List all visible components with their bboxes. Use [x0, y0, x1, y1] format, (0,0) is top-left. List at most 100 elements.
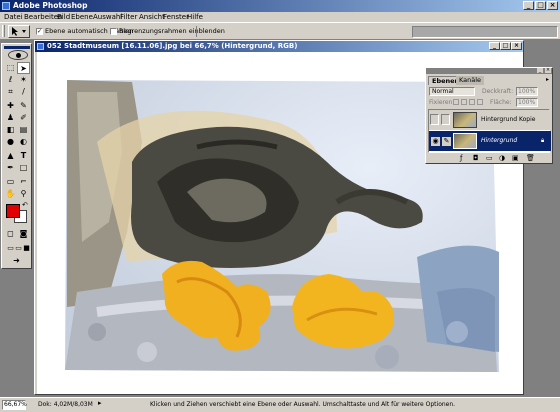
menu-fenster[interactable]: Fenster	[163, 12, 189, 22]
lock-label: Fixieren:	[429, 99, 455, 106]
history-brush-icon[interactable]: ✐	[17, 112, 30, 124]
doc-close-button[interactable]: ×	[511, 42, 522, 50]
layer-name[interactable]: Hintergrund Kopie	[481, 116, 535, 123]
screen-mode-full-icon[interactable]: ■	[20, 242, 33, 254]
menu-ebene[interactable]: Ebene	[71, 12, 93, 22]
separator	[196, 26, 197, 37]
menu-datei[interactable]: Datei	[4, 12, 23, 22]
align-buttons-area[interactable]	[200, 26, 380, 37]
eyedropper-icon[interactable]: ⌐	[17, 176, 30, 188]
tab-kanaele[interactable]: Kanäle	[456, 76, 485, 85]
eye-logo-icon[interactable]	[8, 50, 28, 60]
type-tool-icon[interactable]: T	[17, 150, 30, 162]
clone-stamp-icon[interactable]: ♟	[4, 112, 17, 124]
gradient-tool-icon[interactable]: ▤	[17, 124, 30, 136]
brush-icon[interactable]: ✎	[442, 137, 451, 146]
crop-tool-icon[interactable]: ⌗	[4, 86, 17, 98]
opacity-field[interactable]: 100%	[516, 87, 538, 96]
swap-colors-icon[interactable]: ↶	[22, 201, 28, 209]
layer-thumbnail	[453, 133, 477, 149]
palette-title-bar[interactable]: _ ×	[426, 68, 552, 74]
jump-to-imageready-icon[interactable]: ➜	[10, 255, 23, 267]
link-toggle[interactable]	[441, 114, 450, 125]
palette-menu-icon[interactable]: ▸	[546, 76, 549, 83]
foreground-color-swatch[interactable]	[6, 204, 20, 218]
close-button[interactable]: ×	[547, 1, 558, 10]
zoom-field[interactable]: 66,67%	[2, 400, 27, 410]
new-layer-icon[interactable]: ▣	[512, 154, 519, 162]
blend-mode-value: Normal	[432, 88, 454, 95]
quick-mask-icon[interactable]: ◙	[17, 228, 30, 240]
layer-name[interactable]: Hintergrund	[481, 137, 517, 144]
visibility-toggle[interactable]	[430, 114, 439, 125]
maximize-button[interactable]: □	[535, 1, 546, 10]
document-title-bar[interactable]: 052 Stadtmuseum [16.11.06].jpg bei 66,7%…	[35, 41, 523, 52]
pen-tool-icon[interactable]: ✒	[4, 162, 17, 174]
eye-icon[interactable]: ◉	[431, 137, 440, 146]
fill-label: Fläche:	[490, 99, 512, 106]
layer-style-icon[interactable]: ƒ	[460, 154, 462, 162]
options-grip[interactable]	[2, 25, 5, 37]
move-tool-icon[interactable]: ➤	[17, 62, 30, 74]
lock-icons[interactable]	[453, 99, 483, 106]
adjustment-layer-icon[interactable]: ◑	[499, 154, 505, 162]
layers-list: Hintergrund Kopie ◉ ✎ Hintergrund 🔒︎	[428, 109, 551, 153]
document-icon	[37, 43, 44, 50]
slice-tool-icon[interactable]: /	[17, 86, 30, 98]
shape-tool-icon[interactable]: □	[17, 162, 30, 174]
layer-mask-icon[interactable]: ◘	[473, 154, 479, 162]
doc-minimize-button[interactable]: _	[489, 42, 500, 50]
palette-close-button[interactable]: ×	[545, 68, 551, 73]
menu-filter[interactable]: Filter	[120, 12, 137, 22]
dodge-tool-icon[interactable]: ◐	[17, 136, 30, 148]
move-tool-icon	[12, 27, 26, 36]
eraser-icon[interactable]: ◧	[4, 124, 17, 136]
standard-mode-icon[interactable]: ◻	[4, 228, 17, 240]
layers-palette: _ × Ebenen Kanäle ▸ Normal Deckkraft: 10…	[425, 67, 553, 164]
blend-mode-select[interactable]: Normal	[429, 87, 475, 96]
document-size-info[interactable]: Dok: 4,02M/8,03M	[38, 401, 93, 408]
path-selection-icon[interactable]: ▲	[4, 150, 17, 162]
healing-brush-icon[interactable]: ✚	[4, 100, 17, 112]
menu-auswahl[interactable]: Auswahl	[93, 12, 122, 22]
trash-icon[interactable]: 🗑︎	[526, 154, 535, 162]
toolbox: ⬚ ➤ ℓ ✶ ⌗ / ✚ ✎ ♟ ✐ ◧ ▤ ● ◐ ▲ T ✒ □ ▭ ⌐ …	[1, 43, 32, 269]
notes-tool-icon[interactable]: ▭	[4, 176, 17, 188]
layers-bottom-bar: ƒ ◘ ▭ ◑ ▣ 🗑︎	[428, 154, 550, 163]
opacity-value: 100%	[518, 88, 536, 95]
blur-tool-icon[interactable]: ●	[4, 136, 17, 148]
app-title-bar: Adobe Photoshop _ □ ×	[0, 0, 560, 12]
palette-minimize-button[interactable]: _	[537, 68, 543, 73]
lasso-tool-icon[interactable]: ℓ	[4, 74, 17, 86]
menu-ansicht[interactable]: Ansicht	[139, 12, 165, 22]
toolbox-title[interactable]	[4, 46, 30, 49]
doc-maximize-button[interactable]: □	[500, 42, 511, 50]
new-set-icon[interactable]: ▭	[486, 154, 493, 162]
brush-icon[interactable]: ✎	[17, 100, 30, 112]
layer-thumbnail	[453, 112, 477, 128]
tool-preset-picker[interactable]	[8, 25, 30, 38]
layer-row-hintergrund-kopie[interactable]: Hintergrund Kopie	[429, 110, 551, 130]
menu-bar: Datei Bearbeiten Bild Ebene Auswahl Filt…	[0, 12, 560, 22]
status-bar: 66,67% Dok: 4,02M/8,03M ▸ Klicken und Zi…	[0, 397, 560, 412]
marquee-tool-icon[interactable]: ⬚	[4, 62, 17, 74]
hand-tool-icon[interactable]: ✋	[4, 188, 17, 200]
magic-wand-icon[interactable]: ✶	[17, 74, 30, 86]
photoshop-icon	[2, 2, 10, 10]
layer-row-hintergrund[interactable]: ◉ ✎ Hintergrund 🔒︎	[429, 131, 551, 151]
fill-field[interactable]: 100%	[516, 98, 538, 107]
status-hint: Klicken und Ziehen verschiebt eine Ebene…	[150, 401, 456, 408]
status-menu-arrow-icon[interactable]: ▸	[98, 399, 102, 407]
menu-bild[interactable]: Bild	[57, 12, 70, 22]
auto-select-layer-checkbox[interactable]: ✓	[36, 28, 43, 35]
zoom-tool-icon[interactable]: ⚲	[17, 188, 30, 200]
palette-well[interactable]	[412, 26, 558, 38]
show-bounding-box-checkbox[interactable]	[110, 28, 117, 35]
fill-value: 100%	[518, 99, 536, 106]
options-bar: ✓ Ebene automatisch wählen Begrenzungsra…	[0, 22, 560, 40]
lock-icon	[477, 99, 483, 105]
menu-hilfe[interactable]: Hilfe	[187, 12, 203, 22]
lock-icon: 🔒︎	[541, 137, 545, 144]
minimize-button[interactable]: _	[523, 1, 534, 10]
document-title: 052 Stadtmuseum [16.11.06].jpg bei 66,7%…	[47, 42, 298, 50]
